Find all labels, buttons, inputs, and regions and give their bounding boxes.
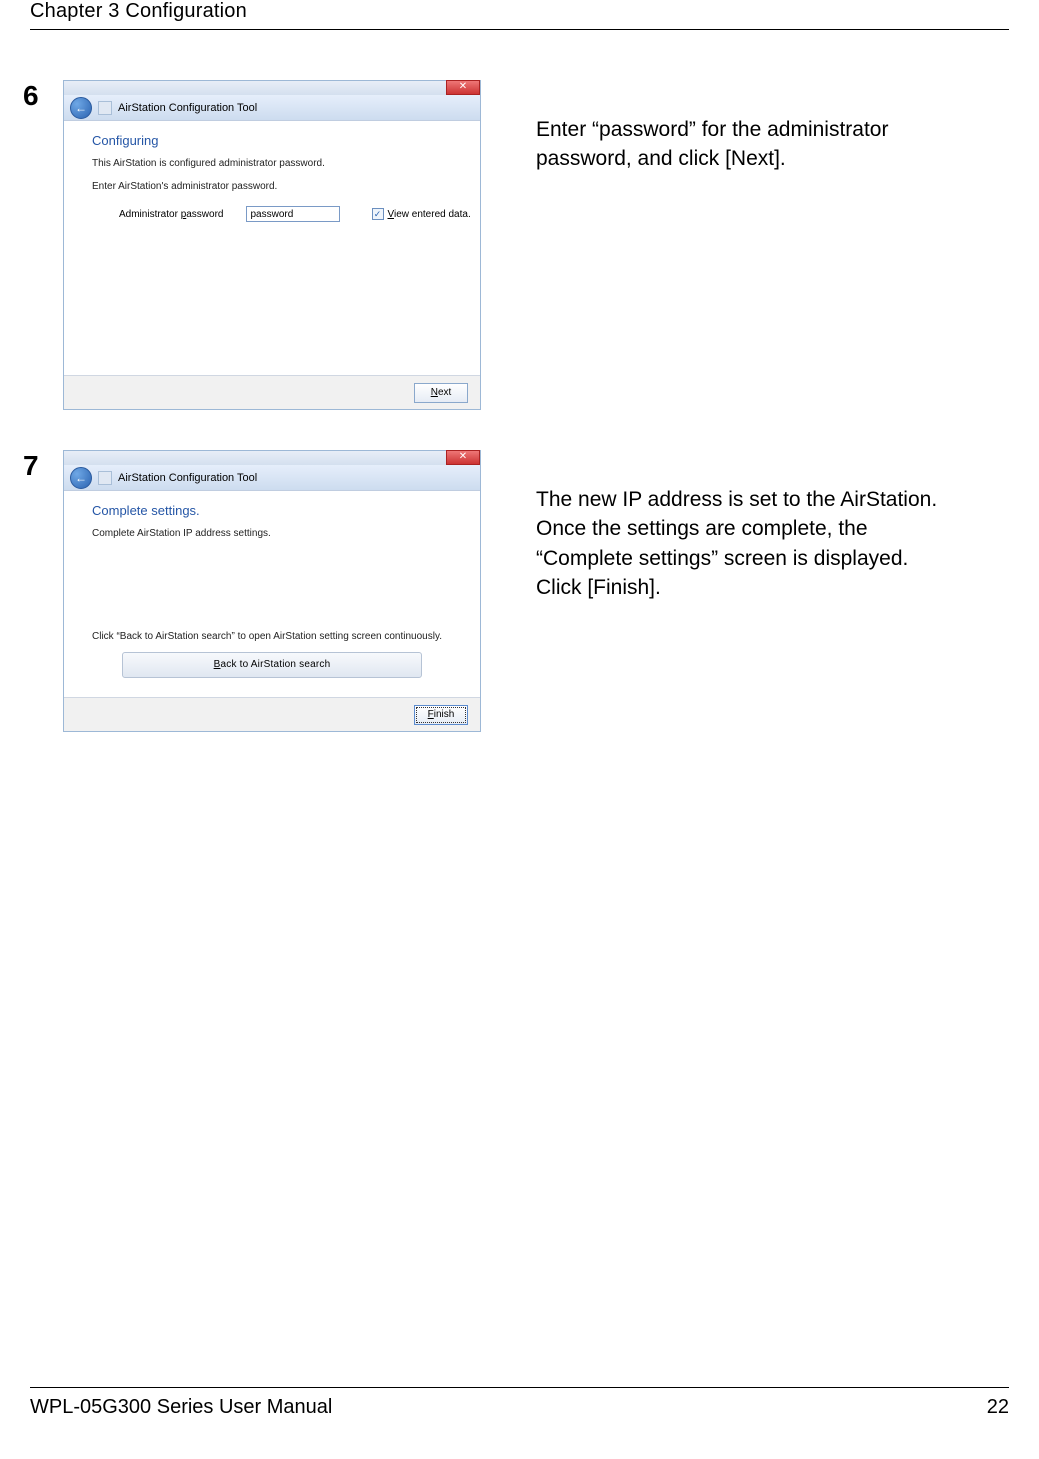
back-icon[interactable]: ← — [70, 97, 92, 119]
checkbox-label: View entered data. — [388, 209, 471, 220]
view-data-checkbox[interactable]: ✓ View entered data. — [372, 208, 471, 220]
window-body: Complete settings. Complete AirStation I… — [64, 491, 480, 697]
window-subtitle: Complete settings. — [64, 491, 480, 526]
body-line-1: This AirStation is configured administra… — [64, 156, 480, 179]
window-header: ← AirStation Configuration Tool — [64, 95, 480, 121]
window-body: Configuring This AirStation is configure… — [64, 121, 480, 375]
app-icon — [98, 471, 112, 485]
page-number: 22 — [987, 1396, 1009, 1419]
window-titlebar: ✕ — [64, 81, 480, 95]
dialog-window-6: ✕ ← AirStation Configuration Tool Config… — [63, 80, 481, 410]
password-row: Administrator password ✓ View entered da… — [64, 206, 480, 222]
step-7-figure: ✕ ← AirStation Configuration Tool Comple… — [63, 450, 491, 732]
back-icon[interactable]: ← — [70, 467, 92, 489]
window-footer: Next — [64, 375, 480, 409]
page-header: Chapter 3 Configuration — [30, 0, 1009, 30]
dialog-window-7: ✕ ← AirStation Configuration Tool Comple… — [63, 450, 481, 732]
app-icon — [98, 101, 112, 115]
step-7: 7 ✕ ← AirStation Configuration Tool Comp… — [23, 450, 1039, 732]
step-6-figure: ✕ ← AirStation Configuration Tool Config… — [63, 80, 491, 410]
window-titlebar: ✕ — [64, 451, 480, 465]
window-header: ← AirStation Configuration Tool — [64, 465, 480, 491]
finish-button[interactable]: Finish — [414, 705, 468, 725]
step-6: 6 ✕ ← AirStation Configuration Tool Conf… — [23, 80, 1039, 410]
checkbox-icon: ✓ — [372, 208, 384, 220]
body-line-1: Complete AirStation IP address settings. — [64, 526, 480, 549]
step-number: 6 — [23, 80, 63, 112]
back-to-search-button[interactable]: Back to AirStation search — [122, 652, 422, 678]
step-number: 7 — [23, 450, 63, 482]
close-icon[interactable]: ✕ — [446, 80, 480, 95]
close-icon[interactable]: ✕ — [446, 450, 480, 465]
window-subtitle: Configuring — [64, 121, 480, 156]
step-6-instruction: Enter “password” for the administrator p… — [491, 80, 946, 174]
footer-text: WPL-05G300 Series User Manual — [30, 1396, 332, 1418]
next-button[interactable]: Next — [414, 383, 468, 403]
page-footer: WPL-05G300 Series User Manual 22 — [30, 1387, 1009, 1419]
chapter-title: Chapter 3 Configuration — [30, 0, 247, 22]
body-line-2: Enter AirStation's administrator passwor… — [64, 179, 480, 202]
window-footer: Finish — [64, 697, 480, 731]
password-label: Administrator password — [119, 209, 224, 220]
password-input[interactable] — [246, 206, 340, 222]
window-title-text: AirStation Configuration Tool — [118, 472, 257, 484]
steps-container: 6 ✕ ← AirStation Configuration Tool Conf… — [23, 80, 1039, 772]
window-title-text: AirStation Configuration Tool — [118, 102, 257, 114]
step-7-instruction: The new IP address is set to the AirStat… — [491, 450, 946, 603]
body-note: Click “Back to AirStation search” to ope… — [64, 631, 480, 652]
